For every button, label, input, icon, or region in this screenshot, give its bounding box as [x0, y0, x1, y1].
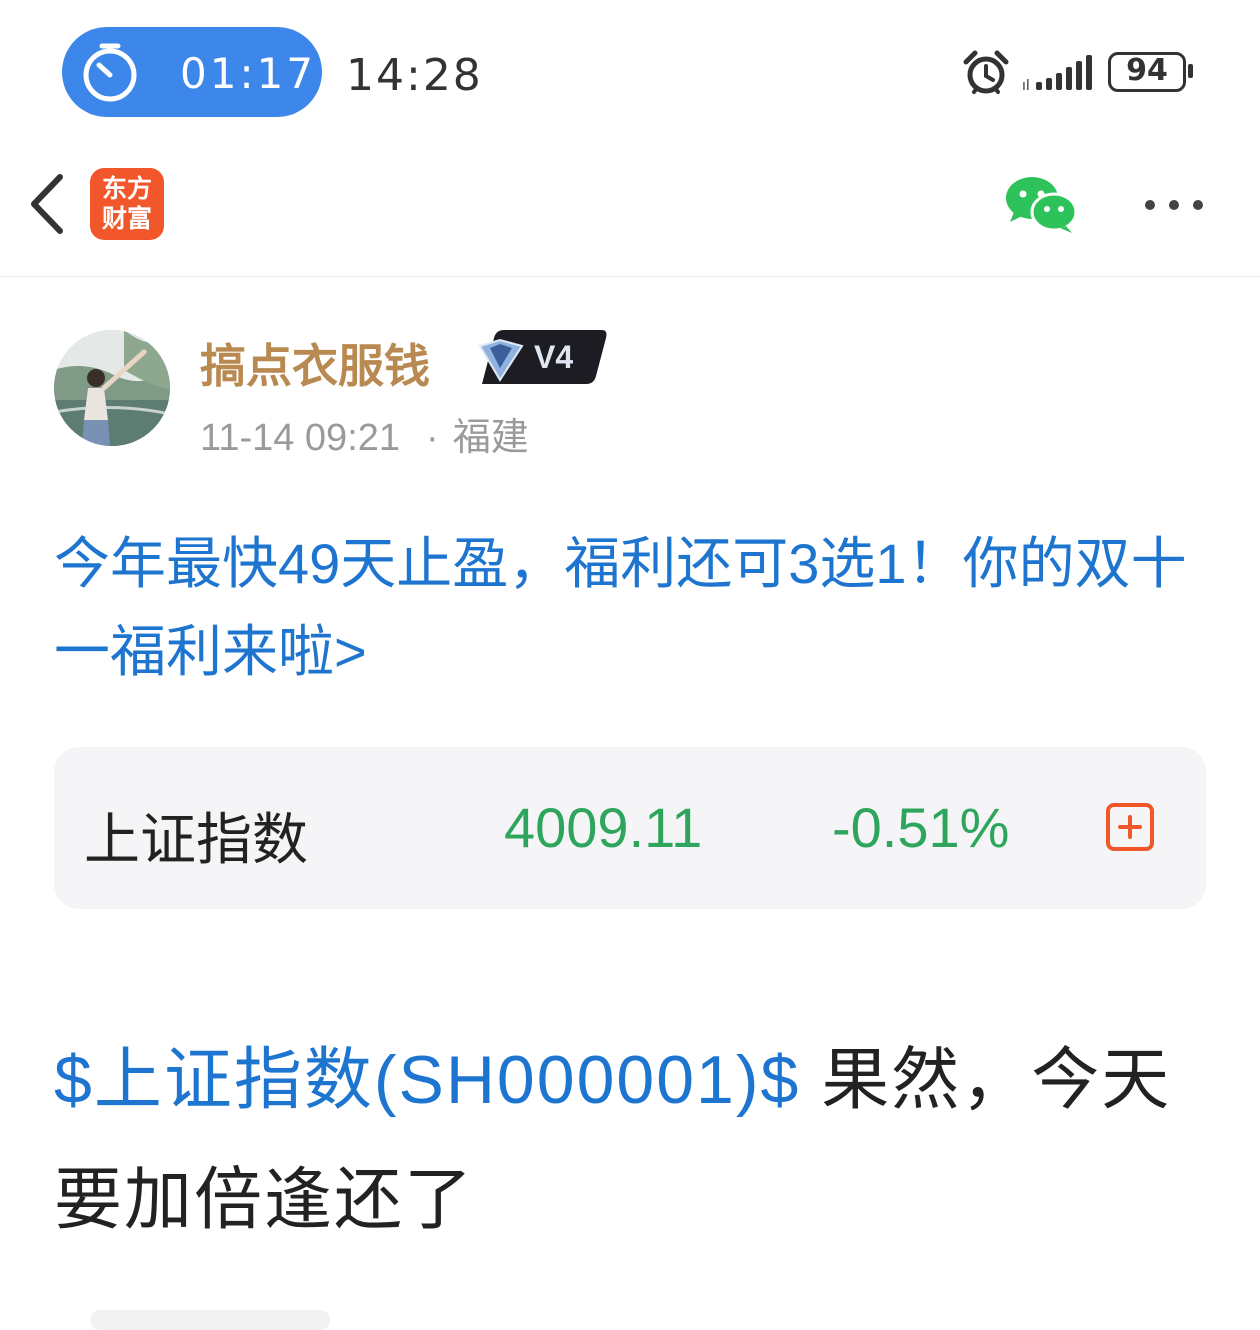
- bottom-fragment: [90, 1310, 330, 1330]
- back-icon[interactable]: [26, 173, 68, 235]
- clock-text: 14:28: [346, 50, 483, 101]
- logo-line-1: 东方: [101, 175, 152, 203]
- avatar[interactable]: [54, 330, 170, 446]
- meta-dot: ·: [426, 417, 439, 459]
- stock-name: 上证指数: [84, 808, 308, 871]
- author-name[interactable]: 搞点衣服钱: [200, 330, 430, 396]
- timer-pill[interactable]: 01:17: [62, 27, 322, 117]
- stock-tag-link[interactable]: $上证指数(SH000001)$: [54, 1042, 800, 1118]
- vip-badge: V4: [478, 330, 607, 384]
- logo-line-2: 财富: [101, 205, 152, 233]
- post-location: 福建: [452, 417, 529, 459]
- signal-icon: ıl: [1022, 55, 1092, 92]
- stock-card[interactable]: 上证指数 4009.11 -0.51%: [54, 747, 1206, 909]
- stock-price: 4009.11: [504, 796, 703, 859]
- battery-cap: [1188, 64, 1193, 78]
- vip-level: V4: [534, 339, 573, 375]
- add-watchlist-button[interactable]: [1106, 803, 1154, 851]
- promo-link[interactable]: 今年最快49天止盈，福利还可3选1！你的双十一福利来啦>: [54, 520, 1214, 696]
- post-date: 11-14 09:21: [200, 417, 401, 459]
- avatar-image: [54, 330, 170, 446]
- status-bar: 01:17 14:28 ıl 94: [0, 0, 1260, 140]
- timer-text: 01:17: [180, 49, 317, 98]
- post-meta: 11-14 09:21 · 福建: [200, 406, 529, 461]
- battery-level: 94: [1126, 53, 1168, 88]
- stock-change: -0.51%: [832, 796, 1010, 859]
- wechat-icon[interactable]: [1004, 174, 1078, 234]
- app-logo[interactable]: 东方 财富: [90, 168, 164, 240]
- battery-icon: 94: [1108, 52, 1194, 94]
- stopwatch-icon: [83, 43, 137, 102]
- more-icon[interactable]: [1142, 192, 1206, 218]
- post-body: $上证指数(SH000001)$ 果然，今天要加倍逢还了: [54, 1020, 1224, 1260]
- app-header: 东方 财富: [0, 140, 1260, 277]
- svg-text:ıl: ıl: [1022, 78, 1030, 92]
- alarm-icon: [963, 50, 1009, 94]
